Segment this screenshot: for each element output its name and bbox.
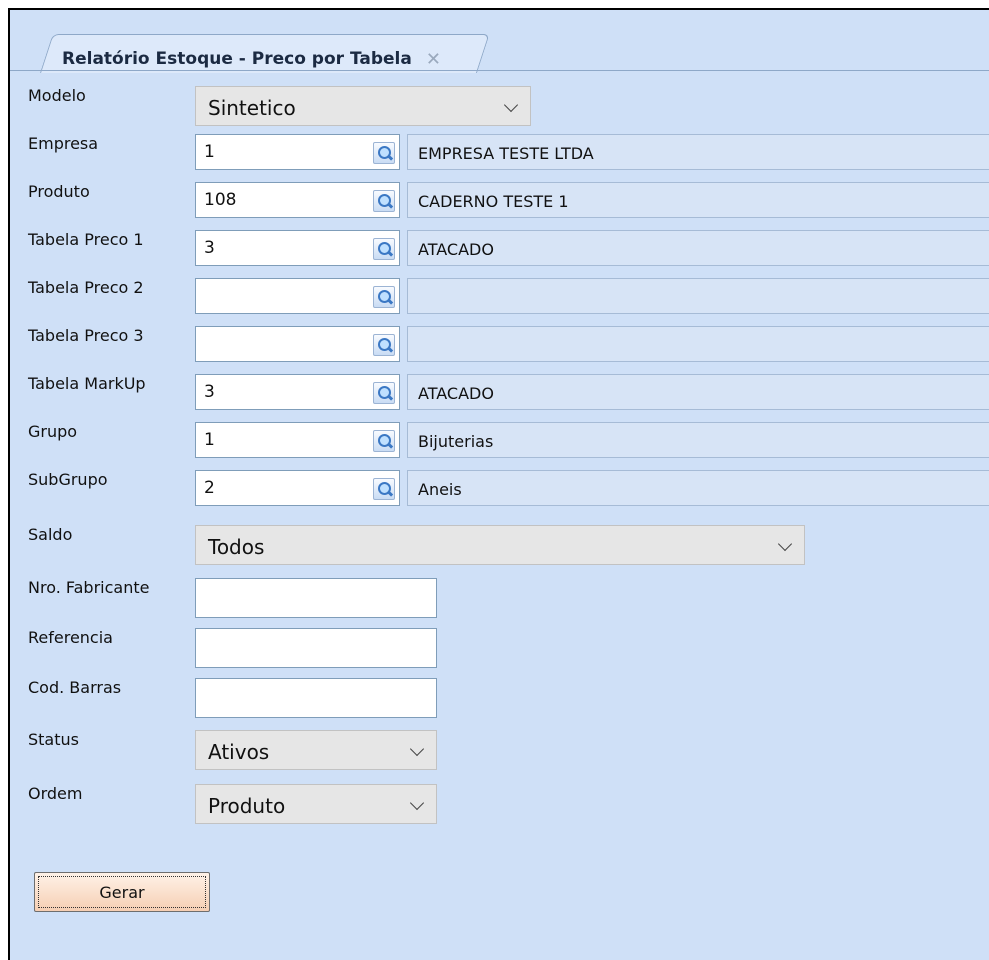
tabela-preco-3-description (407, 326, 989, 362)
tab-title: Relatório Estoque - Preco por Tabela (62, 49, 412, 69)
tabela-markup-description: ATACADO (407, 374, 989, 410)
tabela-preco-3-label: Tabela Preco 3 (28, 326, 144, 345)
tabela-markup-code-value: 3 (204, 382, 215, 402)
chevron-down-icon (777, 536, 793, 552)
search-icon[interactable] (373, 286, 395, 308)
search-icon[interactable] (373, 382, 395, 404)
ordem-select[interactable]: Produto (195, 784, 437, 824)
tabela-preco-2-code-field[interactable] (195, 278, 400, 314)
ordem-label: Ordem (28, 784, 83, 803)
chevron-down-icon (409, 795, 425, 811)
tab-divider (10, 70, 989, 71)
subgrupo-code-field[interactable]: 2 (195, 470, 400, 506)
chevron-down-icon (503, 97, 519, 113)
empresa-label: Empresa (28, 134, 99, 153)
grupo-description: Bijuterias (407, 422, 989, 458)
tabela-preco-1-desc-value: ATACADO (418, 240, 494, 259)
empresa-code-value: 1 (204, 142, 215, 162)
grupo-code-field[interactable]: 1 (195, 422, 400, 458)
subgrupo-description: Aneis (407, 470, 989, 506)
referencia-label: Referencia (28, 628, 113, 647)
modelo-label: Modelo (28, 86, 86, 105)
nro-fabricante-label: Nro. Fabricante (28, 578, 150, 597)
produto-code-value: 108 (204, 190, 237, 210)
modelo-value: Sintetico (208, 96, 296, 120)
search-icon[interactable] (373, 190, 395, 212)
search-icon[interactable] (373, 238, 395, 260)
subgrupo-label: SubGrupo (28, 470, 108, 489)
subgrupo-desc-value: Aneis (418, 480, 462, 499)
empresa-desc-value: EMPRESA TESTE LTDA (418, 144, 594, 163)
search-icon[interactable] (373, 142, 395, 164)
tab-strip: Relatório Estoque - Preco por Tabela ✕ (10, 10, 989, 73)
gerar-button[interactable]: Gerar (34, 872, 210, 912)
tabela-preco-2-label: Tabela Preco 2 (28, 278, 144, 297)
modelo-select[interactable]: Sintetico (195, 86, 531, 126)
grupo-desc-value: Bijuterias (418, 432, 494, 451)
search-icon[interactable] (373, 430, 395, 452)
produto-label: Produto (28, 182, 90, 201)
cod-barras-label: Cod. Barras (28, 678, 122, 697)
status-value: Ativos (208, 740, 270, 764)
chevron-down-icon (409, 741, 425, 757)
tabela-preco-3-code-field[interactable] (195, 326, 400, 362)
grupo-code-value: 1 (204, 430, 215, 450)
saldo-label: Saldo (28, 525, 73, 544)
report-window: Relatório Estoque - Preco por Tabela ✕ M… (8, 8, 989, 960)
tabela-preco-1-code-field[interactable]: 3 (195, 230, 400, 266)
tabela-preco-1-label: Tabela Preco 1 (28, 230, 144, 249)
tabela-preco-2-description (407, 278, 989, 314)
tabela-markup-code-field[interactable]: 3 (195, 374, 400, 410)
empresa-description: EMPRESA TESTE LTDA (407, 134, 989, 170)
produto-code-field[interactable]: 108 (195, 182, 400, 218)
empresa-code-field[interactable]: 1 (195, 134, 400, 170)
status-label: Status (28, 730, 79, 749)
search-icon[interactable] (373, 478, 395, 500)
saldo-value: Todos (208, 535, 265, 559)
search-icon[interactable] (373, 334, 395, 356)
referencia-field[interactable] (195, 628, 437, 668)
subgrupo-code-value: 2 (204, 478, 215, 498)
tabela-markup-label: Tabela MarkUp (28, 374, 146, 393)
nro-fabricante-field[interactable] (195, 578, 437, 618)
grupo-label: Grupo (28, 422, 78, 441)
produto-description: CADERNO TESTE 1 (407, 182, 989, 218)
cod-barras-field[interactable] (195, 678, 437, 718)
tabela-preco-1-code-value: 3 (204, 238, 215, 258)
saldo-select[interactable]: Todos (195, 525, 805, 565)
status-select[interactable]: Ativos (195, 730, 437, 770)
tabela-markup-desc-value: ATACADO (418, 384, 494, 403)
tabela-preco-1-description: ATACADO (407, 230, 989, 266)
close-icon[interactable]: ✕ (426, 49, 441, 70)
ordem-value: Produto (208, 794, 286, 818)
produto-desc-value: CADERNO TESTE 1 (418, 192, 569, 211)
